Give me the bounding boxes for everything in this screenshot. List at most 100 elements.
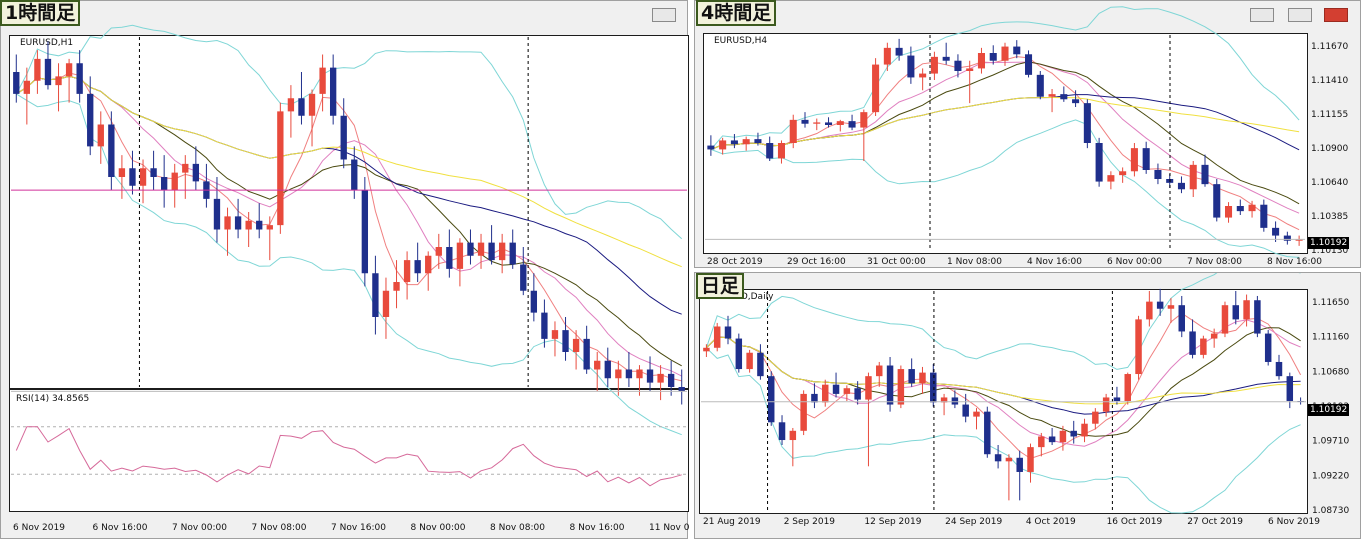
candle-body <box>646 369 654 383</box>
d1-price-tag: 1.10192 <box>1308 404 1350 416</box>
h4-chart-svg: 28 Oct 2019 29 Oct 16:00 31 Oct 00:00 1 Nov… <box>705 6 1348 267</box>
candle-body <box>594 360 601 370</box>
candle-body <box>1189 164 1197 190</box>
candle-body <box>361 190 369 274</box>
candle-body <box>1248 204 1256 212</box>
candle-body <box>895 47 903 56</box>
candle-body <box>435 247 442 256</box>
x-tick-label: 21 Aug 2019 <box>703 517 761 527</box>
candle-body <box>667 373 675 387</box>
candle-body <box>1083 103 1091 143</box>
y-tick-label: 1.11155 <box>1311 110 1348 120</box>
candle-body <box>1221 305 1229 334</box>
window-h4: EURUSD,H4 28 Oct 2019 29 Oct 16:00 31 Oct … <box>694 0 1361 268</box>
candle-body <box>1135 319 1142 375</box>
candle-body <box>446 247 453 269</box>
candle-body <box>832 384 840 394</box>
candle-body <box>742 139 750 145</box>
x-tick-label: 16 Oct 2019 <box>1107 517 1163 527</box>
candle-body <box>160 177 168 191</box>
x-tick-label: 6 Nov 2019 <box>1268 517 1320 527</box>
candle-body <box>801 119 809 124</box>
candle-body <box>425 255 432 274</box>
candle-body <box>636 369 643 379</box>
candle-body <box>843 388 851 394</box>
x-tick-label: 31 Oct 00:00 <box>867 257 926 267</box>
candle-body <box>730 140 738 145</box>
candle-body <box>530 290 538 313</box>
candle-body <box>615 369 622 379</box>
x-tick-label: 7 Nov 16:00 <box>331 523 386 533</box>
candle-body <box>1200 338 1207 355</box>
candle-body <box>44 58 52 86</box>
candle-body <box>76 63 83 94</box>
candle-body <box>1102 397 1110 412</box>
ma-14-line <box>16 75 682 367</box>
candle-body <box>746 352 753 370</box>
ma-45-line <box>16 75 682 268</box>
candle-body <box>713 326 721 348</box>
candle-body <box>372 273 379 317</box>
candle-body <box>1254 300 1261 334</box>
h1-chart-svg: 6 Nov 2019 6 Nov 16:00 7 Nov 00:00 7 Nov 08… <box>11 24 689 533</box>
candle-body <box>583 338 590 370</box>
ma-5-line <box>16 72 682 382</box>
candle-body <box>811 393 818 403</box>
candle-body <box>1048 436 1056 443</box>
candle-body <box>1072 99 1080 104</box>
candle-body <box>930 372 937 403</box>
candle-body <box>234 216 242 230</box>
candle-body <box>351 159 358 191</box>
candle-body <box>789 119 797 143</box>
candle-body <box>1038 436 1045 448</box>
candle-body <box>897 369 905 405</box>
ma-10-line <box>710 61 1300 214</box>
bollinger-upper-line <box>15 24 683 240</box>
candle-body <box>724 326 732 339</box>
ma-10-line <box>706 319 1301 447</box>
candle-body <box>23 80 31 94</box>
candle-body <box>1025 54 1033 75</box>
candle-body <box>919 73 927 78</box>
candle-body <box>989 53 997 61</box>
candle-body <box>1213 184 1221 218</box>
candle-body <box>393 282 400 291</box>
y-tick-label: 1.09220 <box>1312 471 1349 481</box>
candle-body <box>118 168 126 177</box>
bollinger-upper-line <box>710 6 1300 150</box>
candle-body <box>865 376 872 400</box>
candle-body <box>604 360 611 379</box>
candle-body <box>908 369 915 384</box>
candle-body <box>778 422 786 441</box>
x-tick-label: 11 Nov 00:00 <box>649 523 689 533</box>
candle-body <box>192 163 200 182</box>
candle-body <box>766 143 774 159</box>
candle-body <box>298 98 305 116</box>
candle-body <box>382 290 390 317</box>
candle-body <box>1001 46 1009 61</box>
candle-body <box>1264 333 1272 362</box>
x-tick-label: 6 Nov 00:00 <box>1107 257 1162 267</box>
candle-body <box>657 373 664 383</box>
candle-body <box>1005 457 1013 462</box>
candle-body <box>977 53 985 69</box>
y-tick-label: 1.11410 <box>1311 76 1348 86</box>
candle-body <box>1146 301 1153 320</box>
candle-body <box>886 365 894 405</box>
candle-body <box>1272 227 1280 236</box>
candle-body <box>55 76 62 86</box>
candle-body <box>97 124 104 147</box>
candle-body <box>872 64 880 113</box>
candle-body <box>150 168 157 177</box>
candle-body <box>954 60 962 71</box>
x-tick-label: 27 Oct 2019 <box>1187 517 1243 527</box>
y-tick-label: 1.11160 <box>1312 333 1349 343</box>
candle-body <box>848 121 856 128</box>
candle-body <box>1142 148 1150 170</box>
candle-body <box>171 172 178 191</box>
candle-body <box>942 56 950 61</box>
x-tick-label: 7 Nov 08:00 <box>252 523 307 533</box>
x-tick-label: 6 Nov 2019 <box>13 523 65 533</box>
candle-body <box>625 369 633 379</box>
candle-body <box>994 454 1002 462</box>
